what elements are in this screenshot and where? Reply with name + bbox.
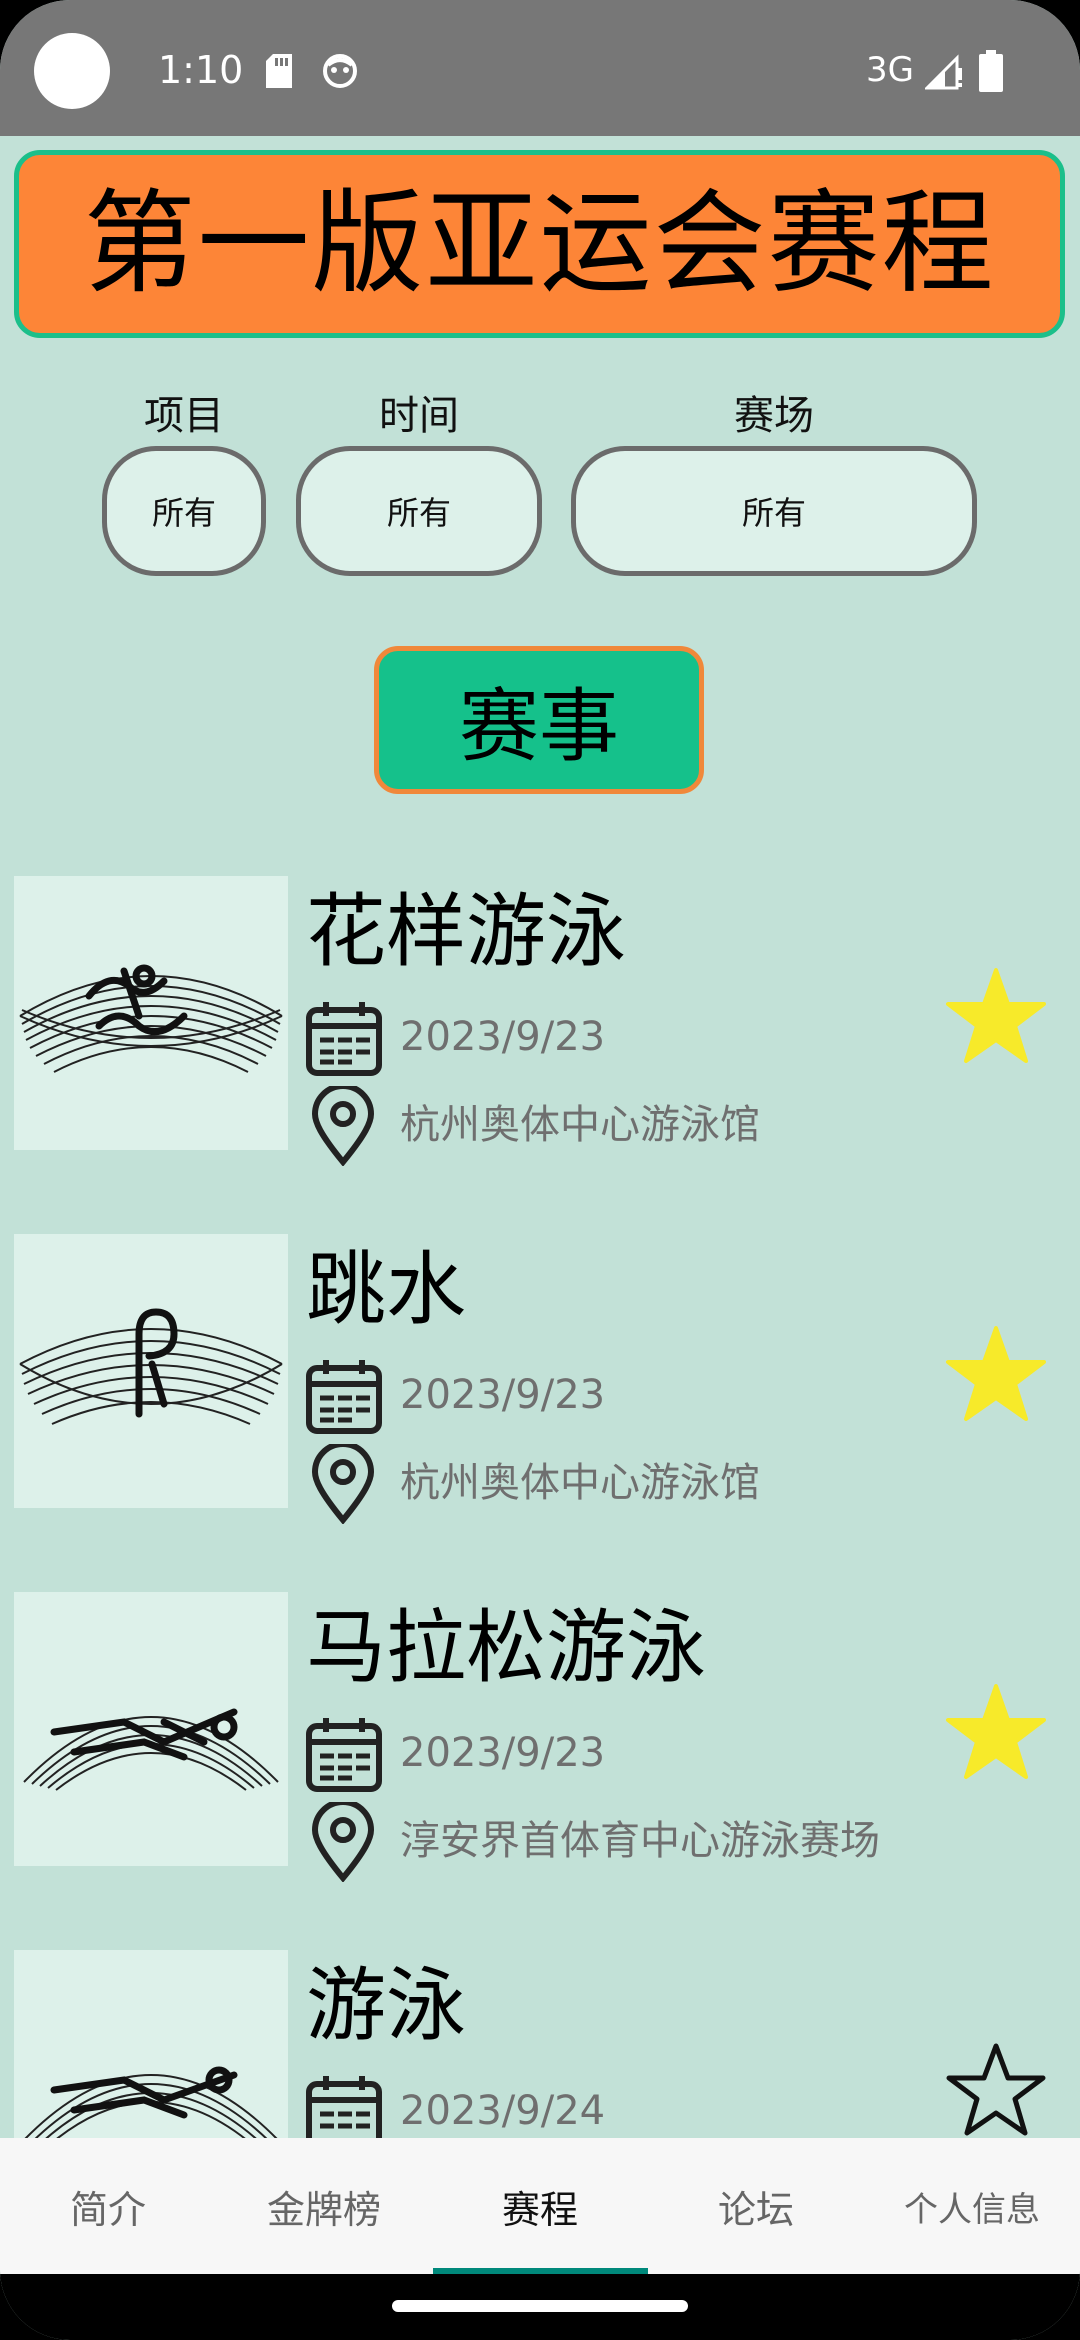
nav-item-medal-table[interactable]: 金牌榜 <box>216 2138 432 2274</box>
filter-time-button[interactable]: 所有 <box>296 446 542 576</box>
nav-item-profile[interactable]: 个人信息 <box>864 2138 1080 2274</box>
event-list-item[interactable]: 跳水 2023/9/23 杭州奥体中心游泳馆 <box>0 1234 1080 1524</box>
event-date: 2023/9/23 <box>400 1730 606 1776</box>
event-list-item[interactable]: 花样游泳 2023/9/23 杭州奥体中心游泳馆 <box>0 876 1080 1166</box>
calendar-icon <box>306 1002 382 1076</box>
event-date: 2023/9/24 <box>400 2088 606 2134</box>
filter-event-button[interactable]: 所有 <box>102 446 266 576</box>
event-venue: 杭州奥体中心游泳馆 <box>400 1460 760 1506</box>
star-filled-icon[interactable] <box>944 1324 1048 1424</box>
nav-item-forum[interactable]: 论坛 <box>648 2138 864 2274</box>
location-pin-icon <box>311 1086 375 1166</box>
filter-venue-button[interactable]: 所有 <box>571 446 977 576</box>
event-date: 2023/9/23 <box>400 1372 606 1418</box>
star-filled-icon[interactable] <box>944 1682 1048 1782</box>
event-title: 跳水 <box>306 1243 466 1336</box>
diving-pictogram <box>14 1234 288 1508</box>
app-screen: 1:10 3G 第一版亚运会赛程 项目 所有 时间 所有 赛场 所有 赛事 花样… <box>0 0 1080 2340</box>
calendar-icon <box>306 1718 382 1792</box>
camera-cutout <box>34 33 110 109</box>
event-date: 2023/9/23 <box>400 1014 606 1060</box>
status-time: 1:10 <box>158 48 244 92</box>
star-outline-icon[interactable] <box>944 2040 1048 2140</box>
location-pin-icon <box>311 1802 375 1882</box>
event-venue: 杭州奥体中心游泳馆 <box>400 1102 760 1148</box>
location-pin-icon <box>311 1444 375 1524</box>
sd-card-icon <box>266 54 292 88</box>
calendar-icon <box>306 1360 382 1434</box>
marathon-swimming-pictogram <box>14 1592 288 1866</box>
star-filled-icon[interactable] <box>944 966 1048 1066</box>
event-list-item[interactable]: 马拉松游泳 2023/9/23 淳安界首体育中心游泳赛场 <box>0 1592 1080 1882</box>
title-banner: 第一版亚运会赛程 <box>14 150 1065 338</box>
home-gesture-handle[interactable] <box>392 2300 688 2312</box>
network-type: 3G <box>866 50 914 90</box>
event-venue: 淳安界首体育中心游泳赛场 <box>400 1818 880 1864</box>
event-title: 花样游泳 <box>306 885 626 978</box>
filter-label-venue: 赛场 <box>734 393 814 439</box>
event-title: 马拉松游泳 <box>306 1601 706 1694</box>
status-bar: 1:10 3G <box>0 0 1080 136</box>
event-title: 游泳 <box>306 1959 466 2052</box>
events-button[interactable]: 赛事 <box>374 646 704 794</box>
filter-label-time: 时间 <box>379 393 459 439</box>
battery-icon <box>979 50 1003 92</box>
page-title: 第一版亚运会赛程 <box>83 179 996 309</box>
artistic-swimming-pictogram <box>14 876 288 1150</box>
bottom-navigation: 简介 金牌榜 赛程 论坛 个人信息 <box>0 2138 1080 2274</box>
face-icon <box>323 54 357 88</box>
nav-item-intro[interactable]: 简介 <box>0 2138 216 2274</box>
filter-label-event: 项目 <box>144 393 224 439</box>
nav-item-schedule[interactable]: 赛程 <box>432 2138 648 2274</box>
signal-icon <box>925 54 962 90</box>
